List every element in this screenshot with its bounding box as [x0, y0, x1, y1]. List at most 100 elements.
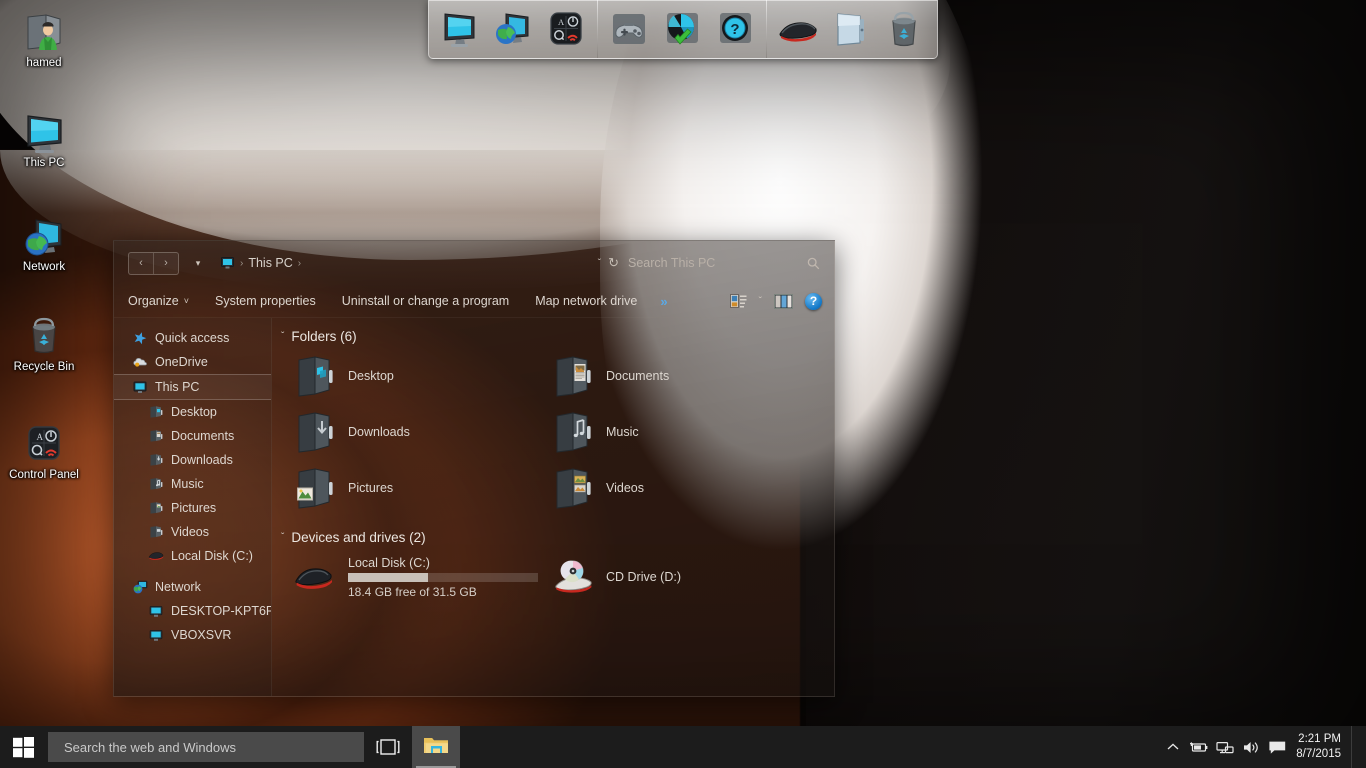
recycle-bin-dock-icon[interactable] — [880, 5, 928, 53]
help-question-icon[interactable]: ? — [711, 5, 759, 53]
monitor-icon[interactable] — [436, 5, 484, 53]
refresh-icon[interactable]: ↻ — [608, 255, 619, 271]
chevron-down-icon: ˅ — [183, 296, 189, 306]
control-panel-tile-icon[interactable]: A — [542, 5, 590, 53]
downloads-folder-icon — [148, 452, 164, 468]
show-desktop-button[interactable] — [1351, 726, 1360, 768]
toolbar-organize-button[interactable]: Organize ˅ — [128, 288, 202, 314]
taskbar-file-explorer-button[interactable] — [412, 726, 460, 768]
sidebar-item-label: Music — [171, 477, 204, 491]
this-pc-icon — [220, 256, 235, 270]
forward-button[interactable]: › — [153, 252, 178, 274]
gamepad-icon[interactable] — [605, 5, 653, 53]
address-bar: ‹ › ▾ › This PC › ˇ ↻ Search This PC — [114, 241, 834, 285]
drive-tiles: Local Disk (C:) 18.4 GB free of 31.5 GB — [272, 549, 834, 605]
file-list-view[interactable]: ˇ Folders (6) Desktop Documents Download… — [272, 318, 834, 696]
sidebar-item-documents[interactable]: Documents — [114, 424, 271, 448]
sidebar-item-quick-access[interactable]: Quick access — [114, 326, 271, 350]
chevron-down-icon[interactable]: ˇ — [281, 331, 284, 342]
sidebar-item-videos[interactable]: Videos — [114, 520, 271, 544]
item-label: Pictures — [348, 481, 394, 495]
toolbar-overflow-button[interactable]: » — [650, 294, 677, 309]
sidebar-item-network[interactable]: Network — [114, 575, 271, 599]
task-view-button[interactable] — [364, 726, 412, 768]
drive-label: Local Disk (C:) — [348, 555, 430, 570]
start-button[interactable] — [0, 726, 46, 768]
desktop-icon-label: hamed — [26, 57, 62, 69]
folder-tiles: Desktop Documents Downloads Music Pictur… — [272, 348, 834, 516]
toolbar-system-properties-button[interactable]: System properties — [202, 288, 329, 314]
list-item[interactable]: Videos — [552, 460, 810, 516]
folder-icon[interactable] — [827, 5, 875, 53]
dock-group-2: ? — [598, 0, 766, 58]
list-item[interactable]: CD Drive (D:) — [552, 549, 810, 605]
breadcrumb-separator[interactable]: › — [298, 258, 301, 269]
pictures-folder-icon — [294, 465, 338, 511]
item-label: Documents — [606, 369, 670, 383]
toolbar-map-network-drive-button[interactable]: Map network drive — [522, 288, 650, 314]
breadcrumb-item-this-pc[interactable]: This PC — [248, 256, 292, 270]
list-item[interactable]: Local Disk (C:) 18.4 GB free of 31.5 GB — [294, 549, 552, 605]
sidebar-item-vboxsvr[interactable]: VBOXSVR — [114, 623, 271, 647]
view-chevron-down-icon[interactable]: ˇ — [759, 296, 762, 307]
volume-icon[interactable] — [1238, 726, 1264, 768]
sidebar-item-desktop[interactable]: Desktop — [114, 400, 271, 424]
group-header-devices[interactable]: ˇ Devices and drives (2) — [272, 516, 834, 549]
network-globe-icon — [132, 579, 148, 595]
music-folder-icon — [552, 409, 596, 455]
battery-icon[interactable] — [1186, 726, 1212, 768]
desktop-icon-control-panel[interactable]: A Control Panel — [6, 420, 82, 482]
desktop-icon-label: Recycle Bin — [13, 361, 75, 373]
desktop-icon-hamed[interactable]: hamed — [6, 8, 82, 70]
search-input[interactable]: Search This PC — [626, 252, 826, 274]
group-header-folders[interactable]: ˇ Folders (6) — [272, 318, 834, 348]
desktop-icon-recycle-bin[interactable]: Recycle Bin — [6, 312, 82, 374]
sidebar-item-label: Local Disk (C:) — [171, 549, 253, 563]
taskbar-search-placeholder: Search the web and Windows — [64, 739, 236, 755]
action-center-icon[interactable] — [1264, 726, 1290, 768]
globe-monitor-icon[interactable] — [489, 5, 537, 53]
chevron-down-icon[interactable]: ˇ — [598, 258, 601, 269]
sidebar-item-this-pc[interactable]: This PC — [114, 374, 271, 400]
breadcrumb: › This PC › — [220, 256, 592, 270]
sidebar-item-label: Documents — [171, 429, 235, 443]
hard-drive-icon[interactable] — [774, 5, 822, 53]
show-hidden-icons-button[interactable] — [1160, 726, 1186, 768]
back-button[interactable]: ‹ — [129, 253, 153, 274]
taskbar-clock[interactable]: 2:21 PM 8/7/2015 — [1290, 726, 1351, 768]
cd-drive-icon — [552, 554, 596, 600]
sidebar-item-downloads[interactable]: Downloads — [114, 448, 271, 472]
preview-pane-icon[interactable] — [774, 293, 793, 309]
disk-usage-bar — [348, 572, 538, 582]
address-bar-right: ˇ ↻ Search This PC — [598, 252, 826, 274]
toolbar-uninstall-button[interactable]: Uninstall or change a program — [329, 288, 522, 314]
item-label: Desktop — [348, 369, 394, 383]
chevron-down-icon[interactable]: ˇ — [281, 532, 284, 543]
sidebar-item-music[interactable]: Music — [114, 472, 271, 496]
taskbar-search-input[interactable]: Search the web and Windows — [48, 732, 364, 762]
hard-drive-icon — [148, 548, 164, 564]
network-icon[interactable] — [1212, 726, 1238, 768]
sidebar-item-desktop-kpt6f75[interactable]: DESKTOP-KPT6F75 — [114, 599, 271, 623]
list-item[interactable]: Pictures — [294, 460, 552, 516]
videos-folder-icon — [148, 524, 164, 540]
list-item[interactable]: Desktop — [294, 348, 552, 404]
documents-folder-icon — [552, 353, 596, 399]
desktop-icon-label: Control Panel — [9, 469, 79, 481]
desktop-icon-network[interactable]: Network — [6, 212, 82, 274]
desktop-icon-this-pc[interactable]: This PC — [6, 108, 82, 170]
defrag-pie-icon[interactable] — [658, 5, 706, 53]
sidebar-item-pictures[interactable]: Pictures — [114, 496, 271, 520]
toolbar-view-controls: ˇ ? — [729, 292, 826, 310]
list-item[interactable]: Downloads — [294, 404, 552, 460]
sidebar-item-local-disk-c[interactable]: Local Disk (C:) — [114, 544, 271, 568]
list-item[interactable]: Documents — [552, 348, 810, 404]
view-layout-icon[interactable] — [729, 293, 747, 309]
help-button[interactable]: ? — [805, 292, 822, 310]
list-item[interactable]: Music — [552, 404, 810, 460]
file-explorer-icon — [423, 734, 449, 761]
search-icon — [807, 257, 820, 270]
group-title: Folders (6) — [291, 329, 357, 344]
recent-locations-icon[interactable]: ▾ — [188, 252, 208, 274]
sidebar-item-onedrive[interactable]: OneDrive — [114, 350, 271, 374]
